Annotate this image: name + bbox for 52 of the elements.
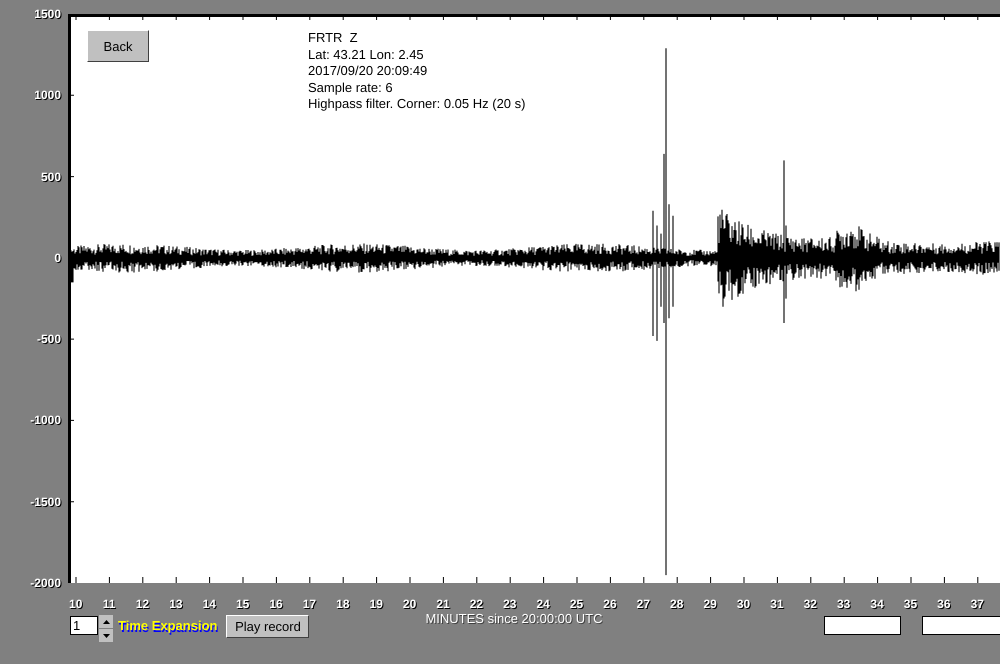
y-axis-label: 0 — [54, 250, 61, 266]
station-info-line: 2017/09/20 20:09:49 — [308, 63, 428, 80]
x-axis-label: 32 — [802, 597, 818, 611]
x-axis-label: 20 — [402, 597, 418, 611]
x-axis-label: 33 — [836, 597, 852, 611]
down-arrow-icon — [102, 634, 110, 638]
y-axis-label: -2000 — [30, 574, 61, 591]
station-info-line: FRTR Z — [308, 30, 359, 46]
x-axis-label: 19 — [368, 597, 384, 611]
up-arrow-icon — [102, 620, 110, 624]
x-axis-label: 13 — [168, 597, 184, 611]
x-axis-label: 17 — [302, 597, 318, 611]
x-axis-label: 36 — [936, 597, 952, 611]
input-field[interactable] — [824, 616, 901, 635]
x-axis-label: 29 — [702, 597, 718, 611]
x-axis-label: 14 — [202, 597, 217, 611]
x-axis-label: 22 — [468, 597, 484, 611]
x-axis-label: 16 — [268, 597, 284, 611]
spin-down-button[interactable] — [99, 629, 113, 642]
spin-up-button[interactable] — [99, 615, 113, 628]
x-axis-label: 18 — [335, 597, 350, 611]
y-axis-label: 1000 — [34, 87, 61, 104]
x-axis-label: 34 — [869, 597, 885, 611]
x-axis-label: 35 — [902, 597, 918, 611]
x-axis-label: 27 — [636, 597, 652, 611]
x-axis-label: 11 — [102, 597, 116, 611]
x-axis-label: 28 — [669, 597, 684, 611]
x-axis-label: 26 — [602, 597, 618, 611]
y-axis-label: -500 — [36, 331, 61, 348]
x-axis-label: 10 — [68, 597, 84, 611]
x-axis-label: 21 — [435, 597, 451, 611]
station-info-line: Sample rate: 6 — [308, 80, 394, 96]
play-record-button[interactable]: Play record — [226, 615, 310, 638]
x-axis-label: 24 — [535, 597, 551, 611]
y-axis-label: 1500 — [34, 6, 61, 22]
y-axis-label: -1500 — [30, 494, 61, 510]
back-button[interactable]: Back — [87, 30, 149, 62]
x-axis-label: 25 — [568, 597, 584, 611]
x-axis-label: 12 — [134, 597, 150, 611]
input-field[interactable] — [922, 616, 1000, 635]
x-axis-label: 15 — [234, 597, 250, 611]
x-axis-label: 30 — [736, 597, 752, 611]
x-axis-label: 37 — [970, 597, 985, 611]
y-axis-label: 500 — [40, 168, 61, 185]
station-info-line: Highpass filter. Corner: 0.05 Hz (20 s) — [308, 96, 526, 112]
x-axis-label: 31 — [769, 597, 785, 611]
time-expansion-field[interactable]: 1 — [70, 616, 98, 635]
x-axis-title: MINUTES since 20:00:00 UTC — [425, 611, 602, 626]
time-expansion-label: Time Expansion — [118, 618, 218, 633]
x-axis-label: 23 — [502, 597, 518, 611]
y-axis-label: -1000 — [30, 412, 61, 428]
station-info-line: Lat: 43.21 Lon: 2.45 — [308, 46, 425, 63]
